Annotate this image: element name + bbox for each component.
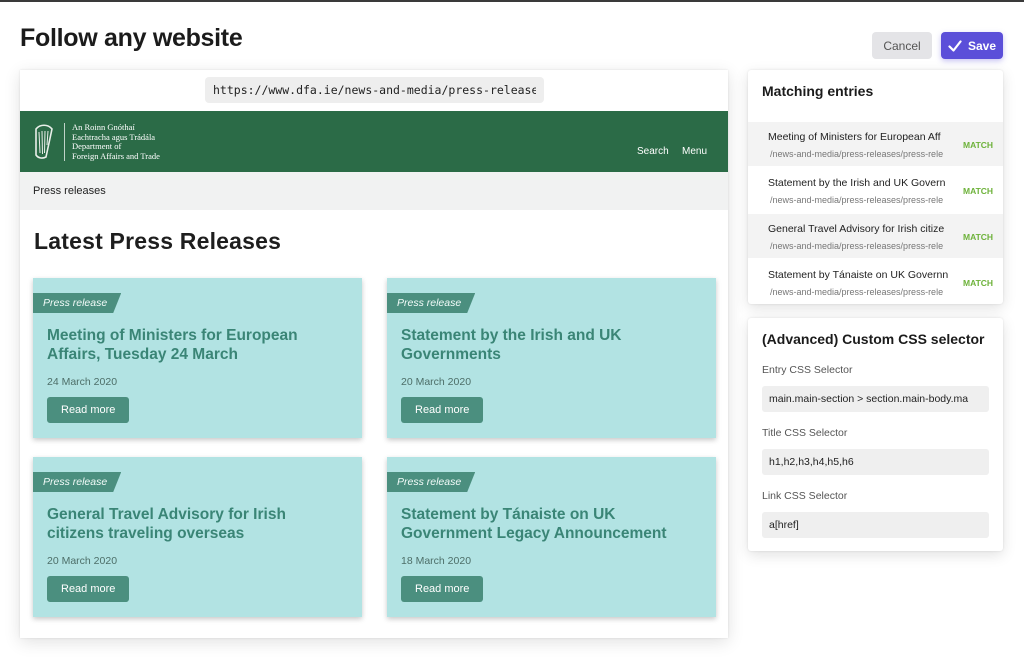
- matching-entries-title: Matching entries: [762, 83, 874, 99]
- card-title[interactable]: Statement by Tánaiste on UK Government L…: [401, 505, 701, 543]
- check-icon: [948, 39, 962, 52]
- site-nav-menu[interactable]: Menu: [682, 146, 707, 157]
- entry-title: Meeting of Ministers for European Aff: [768, 131, 941, 143]
- website-preview: An Roinn Gnóthaí Eachtracha agus Trádála…: [20, 70, 728, 638]
- matching-entries-panel: Matching entries Meeting of Ministers fo…: [748, 70, 1003, 304]
- save-button-label: Save: [967, 38, 997, 53]
- card-date: 20 March 2020: [401, 376, 472, 388]
- list-item[interactable]: Statement by Tánaiste on UK Governn /new…: [748, 260, 1003, 304]
- match-badge: MATCH: [963, 140, 994, 150]
- card-title[interactable]: Statement by the Irish and UK Government…: [401, 326, 701, 364]
- site-heading: Latest Press Releases: [34, 228, 282, 254]
- entry-selector-label: Entry CSS Selector: [762, 364, 853, 376]
- list-item[interactable]: Statement by the Irish and UK Govern /ne…: [748, 168, 1003, 212]
- card-date: 20 March 2020: [47, 555, 118, 567]
- match-badge: MATCH: [963, 232, 994, 242]
- harp-icon: [35, 124, 53, 159]
- dept-line: Foreign Affairs and Trade: [72, 150, 160, 161]
- url-field[interactable]: [205, 77, 544, 103]
- entry-title: Statement by Tánaiste on UK Governn: [768, 269, 949, 281]
- press-release-card: Press release Statement by the Irish and…: [387, 278, 716, 438]
- department-name: An Roinn Gnóthaí Eachtracha agus Trádála…: [72, 122, 160, 161]
- read-more-button[interactable]: Read more: [47, 576, 130, 602]
- entry-path: /news-and-media/press-releases/press-rel…: [770, 241, 944, 251]
- site-nav-search[interactable]: Search: [637, 146, 669, 157]
- entry-selector-input[interactable]: [762, 386, 989, 412]
- entry-path: /news-and-media/press-releases/press-rel…: [770, 287, 944, 297]
- card-date: 18 March 2020: [401, 555, 472, 567]
- header-divider: [64, 123, 65, 161]
- read-more-button[interactable]: Read more: [401, 397, 484, 423]
- site-header: An Roinn Gnóthaí Eachtracha agus Trádála…: [20, 111, 728, 172]
- press-release-card: Press release Meeting of Ministers for E…: [33, 278, 362, 438]
- card-date: 24 March 2020: [47, 376, 118, 388]
- entry-path: /news-and-media/press-releases/press-rel…: [770, 195, 944, 205]
- entry-title: General Travel Advisory for Irish citize: [768, 223, 945, 235]
- press-release-card: Press release General Travel Advisory fo…: [33, 457, 362, 617]
- save-button[interactable]: Save: [941, 32, 1003, 59]
- card-tag: Press release: [387, 293, 475, 313]
- css-selector-panel: (Advanced) Custom CSS selector Entry CSS…: [748, 318, 1003, 551]
- breadcrumb: Press releases: [20, 172, 728, 210]
- title-selector-label: Title CSS Selector: [762, 427, 848, 439]
- match-badge: MATCH: [963, 186, 994, 196]
- card-tag: Press release: [387, 472, 475, 492]
- read-more-button[interactable]: Read more: [401, 576, 484, 602]
- link-selector-input[interactable]: [762, 512, 989, 538]
- card-tag: Press release: [33, 293, 121, 313]
- card-title[interactable]: General Travel Advisory for Irish citize…: [47, 505, 347, 543]
- css-selector-title: (Advanced) Custom CSS selector: [762, 331, 985, 347]
- cancel-button[interactable]: Cancel: [872, 32, 932, 59]
- card-tag: Press release: [33, 472, 121, 492]
- title-selector-input[interactable]: [762, 449, 989, 475]
- match-badge: MATCH: [963, 278, 994, 288]
- press-release-card: Press release Statement by Tánaiste on U…: [387, 457, 716, 617]
- page-title: Follow any website: [20, 24, 243, 52]
- read-more-button[interactable]: Read more: [47, 397, 130, 423]
- list-item[interactable]: General Travel Advisory for Irish citize…: [748, 214, 1003, 258]
- entry-title: Statement by the Irish and UK Govern: [768, 177, 946, 189]
- card-title[interactable]: Meeting of Ministers for European Affair…: [47, 326, 347, 364]
- link-selector-label: Link CSS Selector: [762, 490, 848, 502]
- list-item[interactable]: Meeting of Ministers for European Aff /n…: [748, 122, 1003, 166]
- window-top-border: [0, 0, 1024, 2]
- entry-path: /news-and-media/press-releases/press-rel…: [770, 149, 944, 159]
